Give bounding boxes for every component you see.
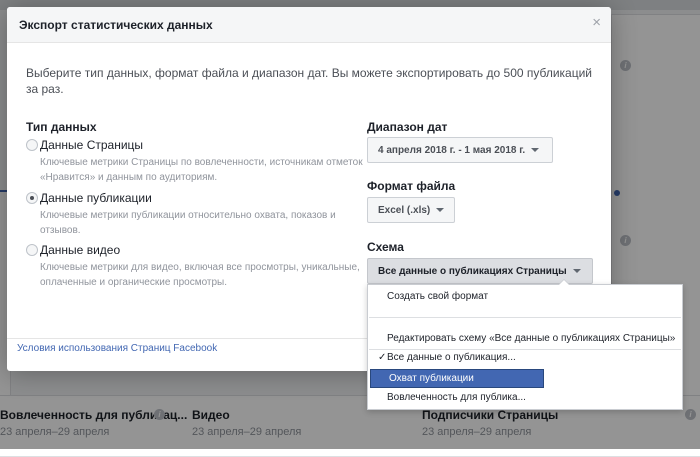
menu-item-create-format[interactable]: Создать свой формат <box>369 288 544 306</box>
facebook-pages-terms-link[interactable]: Условия использования Страниц Facebook <box>17 343 217 354</box>
date-range-button[interactable]: 4 апреля 2018 г. - 1 мая 2018 г. <box>367 137 553 163</box>
checkmark-icon: ✓ <box>378 352 387 363</box>
radio-description: Ключевые метрики для видео, включая все … <box>40 262 360 288</box>
data-type-label: Тип данных <box>26 120 97 134</box>
schema-dropdown-menu: Создать свой формат Редактировать схему … <box>367 279 683 410</box>
schema-value: Все данные о публикациях Страницы <box>378 266 567 277</box>
chevron-down-icon <box>531 148 540 153</box>
dialog-header: Экспорт статистических данных × <box>7 7 611 43</box>
radio-button[interactable] <box>26 139 38 151</box>
chevron-down-icon <box>572 269 581 274</box>
radio-description: Ключевые метрики Страницы по вовлеченнос… <box>40 157 363 183</box>
menu-item-post-engagement[interactable]: Вовлеченность для публика... <box>369 389 544 407</box>
menu-item-label: Вовлеченность для публика... <box>387 392 526 403</box>
radio-button-checked[interactable] <box>26 192 38 204</box>
radio-label: Данные Страницы <box>40 138 144 152</box>
chevron-down-icon <box>436 208 445 213</box>
radio-button[interactable] <box>26 244 38 256</box>
radio-label: Данные видео <box>40 243 121 257</box>
file-format-button[interactable]: Excel (.xls) <box>367 197 456 223</box>
menu-item-edit-schema[interactable]: Редактировать схему «Все данные о публик… <box>369 330 681 348</box>
schema-label: Схема <box>367 240 404 254</box>
date-range-value: 4 апреля 2018 г. - 1 мая 2018 г. <box>378 145 526 156</box>
menu-item-post-reach[interactable]: Охват публикации <box>370 369 544 388</box>
date-range-label: Диапазон дат <box>367 120 448 134</box>
radio-label: Данные публикации <box>40 191 152 205</box>
menu-divider <box>369 317 681 318</box>
menu-item-label: Все данные о публикация... <box>387 352 516 363</box>
file-format-label: Формат файла <box>367 179 456 193</box>
radio-description: Ключевые метрики публикации относительно… <box>40 210 336 236</box>
dialog-title: Экспорт статистических данных <box>19 18 213 32</box>
menu-item-label: Охват публикации <box>389 373 474 384</box>
file-format-value: Excel (.xls) <box>378 205 431 216</box>
close-icon[interactable]: × <box>592 15 601 30</box>
menu-item-all-post-data[interactable]: ✓ Все данные о публикация... <box>369 349 544 367</box>
dialog-intro-text: Выберите тип данных, формат файла и диап… <box>26 66 593 96</box>
